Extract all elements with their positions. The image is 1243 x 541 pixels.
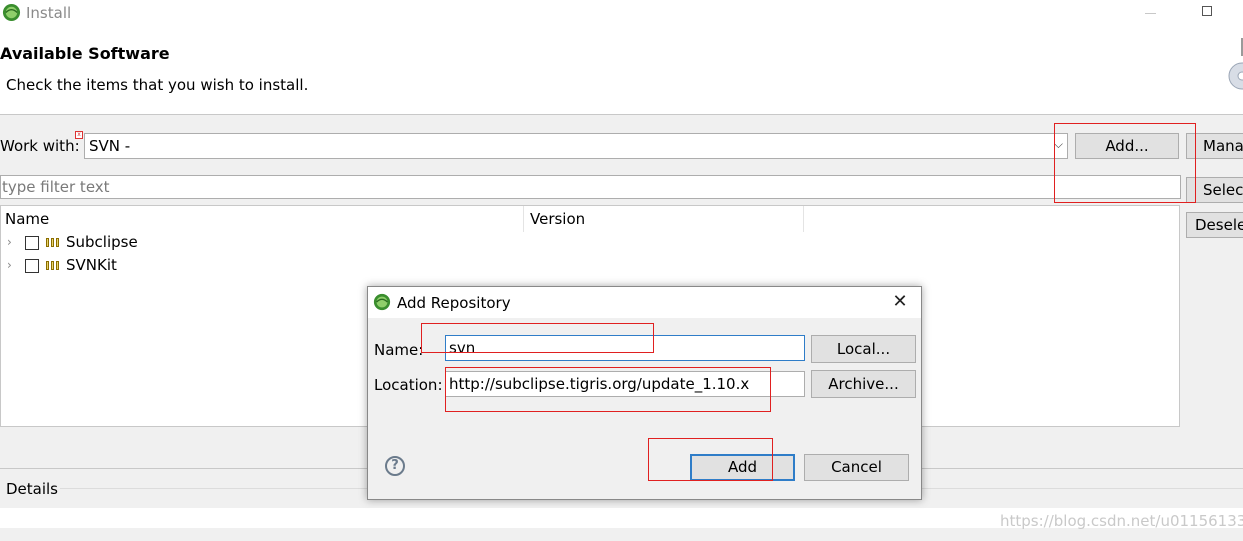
cancel-button[interactable]: Cancel	[804, 454, 909, 481]
eclipse-icon	[2, 3, 21, 22]
deselect-all-button[interactable]: Desele	[1186, 212, 1243, 238]
page-description: Check the items that you wish to install…	[6, 76, 309, 94]
dialog-title: Add Repository	[397, 294, 511, 312]
feature-icon	[46, 261, 60, 270]
help-icon[interactable]: ?	[385, 456, 405, 476]
local-button[interactable]: Local...	[811, 335, 916, 363]
header-banner	[0, 26, 1243, 115]
annotation-box	[648, 438, 773, 481]
column-header-name[interactable]: Name	[5, 210, 49, 228]
watermark: https://blog.csdn.net/u011561335	[1000, 512, 1243, 530]
tree-row-label: Subclipse	[66, 233, 138, 251]
chevron-right-icon[interactable]: ›	[7, 235, 12, 249]
eclipse-icon	[373, 293, 391, 311]
filter-input[interactable]: type filter text	[0, 175, 1181, 199]
tree-row-label: SVNKit	[66, 256, 117, 274]
work-with-value: SVN -	[89, 137, 131, 155]
page-title: Available Software	[0, 44, 170, 63]
close-icon[interactable]: ✕	[888, 290, 912, 314]
feature-icon	[46, 238, 60, 247]
work-with-label: Work with:	[0, 137, 80, 155]
column-separator	[803, 206, 804, 232]
tree-row-subclipse[interactable]: › Subclipse	[0, 233, 500, 255]
column-separator	[523, 206, 524, 232]
checkbox[interactable]	[25, 259, 39, 273]
minimize-button[interactable]	[1140, 3, 1162, 23]
tree-row-svnkit[interactable]: › SVNKit	[0, 256, 500, 278]
column-header-version[interactable]: Version	[530, 210, 585, 228]
location-label: Location:	[374, 376, 443, 394]
checkbox[interactable]	[25, 236, 39, 250]
archive-button[interactable]: Archive...	[811, 370, 916, 398]
annotation-box	[1054, 123, 1196, 203]
maximize-button[interactable]	[1196, 3, 1218, 23]
window-titlebar	[0, 0, 1243, 26]
details-label: Details	[6, 480, 59, 498]
name-label: Name:	[374, 341, 424, 359]
install-graphic-icon	[1228, 38, 1243, 90]
annotation-box	[445, 367, 771, 412]
chevron-right-icon[interactable]: ›	[7, 258, 12, 272]
annotation-box	[421, 323, 654, 353]
error-decoration-icon: x	[75, 131, 83, 139]
work-with-combo[interactable]: SVN - ⌵	[84, 133, 1068, 159]
window-title: Install	[26, 4, 72, 22]
